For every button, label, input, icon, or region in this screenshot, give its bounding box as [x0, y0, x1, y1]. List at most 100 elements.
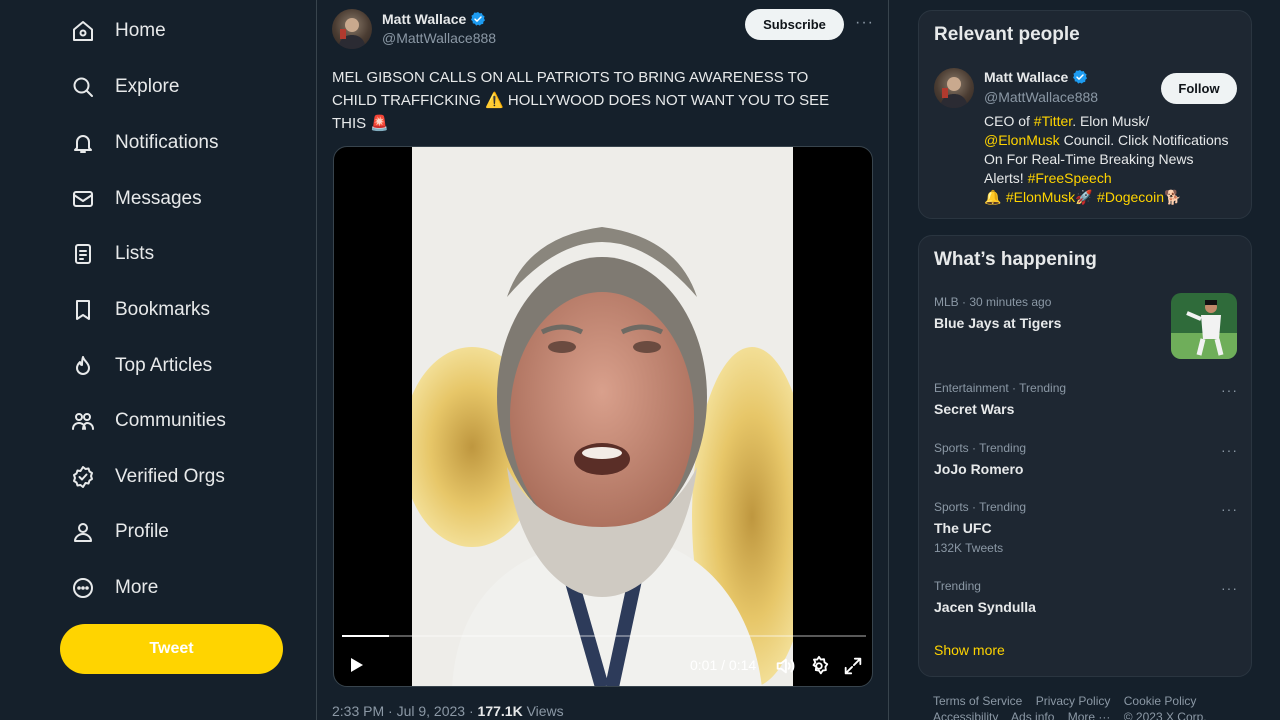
- footer-link[interactable]: Privacy Policy: [1036, 694, 1111, 708]
- post-text: MEL GIBSON CALLS ON ALL PATRIOTS TO BRIN…: [332, 66, 872, 135]
- panel-title: Relevant people: [934, 24, 1080, 45]
- hashtag-link[interactable]: #ElonMusk: [1006, 189, 1075, 205]
- trend-item[interactable]: Sports · Trending JoJo Romero ···: [934, 440, 1238, 479]
- dog-icon: 🐕: [1163, 190, 1182, 206]
- panel-title: What’s happening: [934, 249, 1097, 270]
- video-frame: [412, 147, 793, 686]
- sidebar-item-label: Bookmarks: [115, 299, 211, 320]
- sidebar-item-messages[interactable]: Messages: [66, 177, 202, 221]
- sidebar-item-label: Lists: [115, 243, 155, 264]
- person-name[interactable]: Matt Wallace: [984, 69, 1088, 85]
- hashtag-link[interactable]: #FreeSpeech: [1028, 170, 1112, 186]
- sidebar-item-label: More: [115, 577, 159, 598]
- rocket-icon: 🚀: [1075, 190, 1098, 206]
- trend-title: The UFC: [934, 520, 992, 536]
- post-timestamp[interactable]: 2:33 PM · Jul 9, 2023 ·: [332, 703, 478, 719]
- mention-link[interactable]: @ElonMusk: [984, 132, 1060, 148]
- more-circle-icon: [66, 571, 100, 605]
- sidebar-item-explore[interactable]: Explore: [66, 65, 179, 109]
- post-metadata: 2:33 PM · Jul 9, 2023 · 177.1K Views: [332, 703, 564, 719]
- sidebar-item-communities[interactable]: Communities: [66, 399, 226, 443]
- post-text-line: MEL GIBSON CALLS ON ALL PATRIOTS TO BRIN…: [332, 69, 809, 86]
- video-still-image: [412, 147, 793, 686]
- sidebar-item-label: Top Articles: [115, 355, 213, 376]
- video-progress-bar[interactable]: [342, 635, 866, 637]
- sidebar-item-label: Home: [115, 20, 166, 41]
- trend-meta: MLB · 30 minutes ago: [934, 295, 1052, 309]
- search-icon: [66, 70, 100, 104]
- footer-link[interactable]: Accessibility: [933, 710, 998, 720]
- video-progress-fill: [342, 635, 390, 637]
- subscribe-button[interactable]: Subscribe: [745, 9, 844, 40]
- post-detail: Matt Wallace @MattWallace888 Subscribe ·…: [316, 0, 889, 720]
- mail-icon: [66, 182, 100, 216]
- person-handle[interactable]: @MattWallace888: [984, 89, 1098, 105]
- bell-icon: [66, 126, 100, 160]
- trend-meta: Entertainment · Trending: [934, 381, 1067, 395]
- sidebar-item-bookmarks[interactable]: Bookmarks: [66, 288, 210, 332]
- trend-title: Secret Wars: [934, 401, 1015, 417]
- hashtag-link[interactable]: #Dogecoin: [1097, 189, 1164, 205]
- post-text-line: CHILD TRAFFICKING: [332, 92, 486, 109]
- more-options-icon[interactable]: ···: [1221, 501, 1238, 517]
- sidebar-item-more[interactable]: More: [66, 566, 158, 610]
- trend-tweet-count: 132K Tweets: [934, 541, 1004, 555]
- show-more-link[interactable]: Show more: [934, 642, 1005, 658]
- author-handle[interactable]: @MattWallace888: [382, 30, 496, 46]
- avatar[interactable]: [332, 9, 372, 49]
- warning-icon: ⚠️: [485, 91, 504, 109]
- verified-icon: [471, 12, 486, 26]
- author-name[interactable]: Matt Wallace: [382, 11, 486, 27]
- bookmark-icon: [66, 293, 100, 327]
- list-icon: [66, 237, 100, 271]
- footer-link[interactable]: Ads info: [1011, 710, 1054, 720]
- more-options-icon[interactable]: ···: [1221, 382, 1238, 398]
- trend-thumbnail-image[interactable]: [1171, 293, 1237, 359]
- people-icon: [66, 404, 100, 438]
- sidebar-item-profile[interactable]: Profile: [66, 510, 169, 554]
- author-name-text: Matt Wallace: [382, 11, 467, 27]
- sidebar-item-label: Notifications: [115, 132, 219, 153]
- person-name-text: Matt Wallace: [984, 69, 1069, 85]
- views-label: Views: [522, 703, 564, 719]
- footer-links: Terms of Service Privacy Policy Cookie P…: [933, 693, 1253, 720]
- sidebar-item-label: Profile: [115, 521, 169, 542]
- sidebar-item-verified-orgs[interactable]: Verified Orgs: [66, 455, 225, 499]
- sidebar-item-label: Explore: [115, 76, 180, 97]
- trend-meta: Sports · Trending: [934, 500, 1027, 514]
- footer-link[interactable]: More ···: [1068, 710, 1111, 720]
- fullscreen-icon[interactable]: [842, 655, 864, 677]
- trend-item[interactable]: Trending Jacen Syndulla ···: [934, 578, 1238, 617]
- verified-icon: [1073, 70, 1088, 84]
- bio-text: . Elon Musk/: [1072, 113, 1150, 129]
- footer-link[interactable]: Cookie Policy: [1124, 694, 1197, 708]
- home-icon: [66, 14, 100, 48]
- video-player[interactable]: 0:01 / 0:14: [333, 146, 873, 687]
- more-options-icon[interactable]: ···: [1221, 442, 1238, 458]
- play-icon[interactable]: [346, 655, 366, 675]
- sidebar-item-lists[interactable]: Lists: [66, 232, 154, 276]
- sidebar-item-top-articles[interactable]: Top Articles: [66, 344, 212, 388]
- post-text-line: HOLLYWOOD DOES NOT WANT YOU TO SEE: [503, 92, 830, 109]
- more-options-icon[interactable]: ···: [855, 14, 874, 32]
- settings-icon[interactable]: [808, 655, 830, 677]
- bell-icon: 🔔: [984, 190, 1006, 206]
- follow-button[interactable]: Follow: [1161, 73, 1237, 104]
- trend-item[interactable]: MLB · 30 minutes ago Blue Jays at Tigers: [934, 294, 1164, 333]
- video-time-display: 0:01 / 0:14: [690, 657, 757, 673]
- trend-item[interactable]: Entertainment · Trending Secret Wars ···: [934, 380, 1238, 419]
- avatar[interactable]: [934, 68, 974, 108]
- more-options-icon[interactable]: ···: [1221, 580, 1238, 596]
- sidebar-item-notifications[interactable]: Notifications: [66, 121, 219, 165]
- footer-link[interactable]: Terms of Service: [933, 694, 1022, 708]
- trend-title: Jacen Syndulla: [934, 599, 1036, 615]
- sidebar-item-label: Messages: [115, 188, 202, 209]
- tweet-button[interactable]: Tweet: [60, 624, 283, 674]
- hashtag-link[interactable]: #Titter: [1034, 113, 1072, 129]
- volume-icon[interactable]: [774, 655, 796, 677]
- sidebar-item-label: Verified Orgs: [115, 466, 225, 487]
- trend-meta: Trending: [934, 579, 981, 593]
- trend-item[interactable]: Sports · Trending The UFC 132K Tweets ··…: [934, 499, 1238, 555]
- post-text-line: THIS: [332, 115, 371, 132]
- sidebar-item-home[interactable]: Home: [66, 9, 166, 53]
